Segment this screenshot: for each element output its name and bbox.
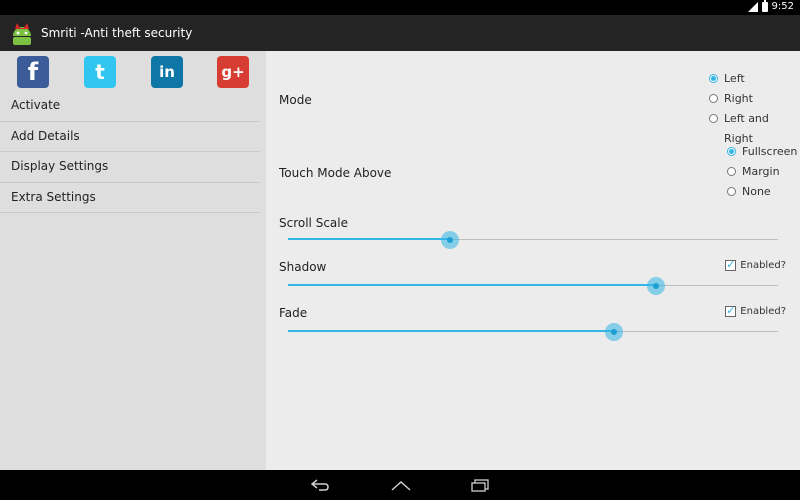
mode-option-left-and-right[interactable]: Left and Right — [709, 109, 800, 145]
facebook-button[interactable]: f — [17, 56, 49, 88]
android-icon — [9, 21, 35, 47]
scroll-scale-slider[interactable] — [288, 230, 778, 250]
radio-icon — [709, 74, 718, 83]
mode-option-label: Left — [724, 72, 745, 85]
home-icon[interactable] — [390, 478, 411, 492]
touch-mode-radio-group: Fullscreen Margin None — [727, 142, 797, 202]
settings-menu: Activate Add Details Display Settings Ex… — [0, 91, 260, 213]
shadow-label: Shadow — [279, 260, 327, 274]
menu-item-activate[interactable]: Activate — [0, 91, 260, 122]
radio-icon — [709, 114, 718, 123]
fade-enabled-label: Enabled? — [740, 306, 786, 317]
mode-option-right[interactable]: Right — [709, 89, 800, 109]
linkedin-icon: in — [159, 63, 175, 81]
mode-option-left[interactable]: Left — [709, 69, 800, 89]
radio-icon — [727, 167, 736, 176]
radio-icon — [727, 187, 736, 196]
status-bar: 9:52 — [0, 0, 800, 15]
settings-panel: Mode Left Right Left and Right Touch Mod… — [266, 51, 800, 470]
battery-icon — [761, 0, 768, 12]
checkbox-icon — [725, 304, 737, 317]
touch-option-label: Fullscreen — [742, 145, 798, 158]
left-panel: f t in g+ Activate Add Details Display S… — [0, 51, 266, 470]
mode-option-label: Left and Right — [724, 112, 769, 145]
menu-item-add-details[interactable]: Add Details — [0, 122, 260, 152]
shadow-enabled-checkbox[interactable]: Enabled? — [725, 258, 786, 271]
fade-label: Fade — [279, 306, 308, 320]
slider-fill — [288, 238, 450, 240]
touch-option-label: None — [742, 185, 771, 198]
shadow-slider[interactable] — [288, 276, 778, 296]
shadow-enabled-label: Enabled? — [740, 260, 786, 271]
fade-slider[interactable] — [288, 322, 778, 342]
back-icon[interactable] — [310, 478, 330, 492]
app-title: Smriti -Anti theft security — [41, 26, 193, 40]
scroll-scale-label: Scroll Scale — [279, 216, 348, 230]
twitter-button[interactable]: t — [84, 56, 116, 88]
facebook-icon: f — [27, 58, 39, 86]
touch-option-none[interactable]: None — [727, 182, 797, 202]
checkbox-icon — [725, 258, 737, 271]
linkedin-button[interactable]: in — [151, 56, 183, 88]
radio-icon — [727, 147, 736, 156]
navigation-bar — [0, 470, 800, 500]
slider-fill — [288, 330, 614, 332]
google-plus-icon: g+ — [221, 63, 245, 81]
mode-radio-group: Left Right Left and Right — [709, 69, 800, 145]
status-time: 9:52 — [771, 1, 794, 12]
mode-option-label: Right — [724, 92, 753, 105]
slider-thumb[interactable] — [604, 323, 623, 341]
touch-option-margin[interactable]: Margin — [727, 162, 797, 182]
slider-thumb[interactable] — [440, 231, 459, 249]
slider-thumb[interactable] — [646, 277, 665, 295]
slider-fill — [288, 284, 656, 286]
mode-label: Mode — [279, 93, 312, 107]
twitter-icon: t — [95, 60, 105, 84]
fade-enabled-checkbox[interactable]: Enabled? — [725, 304, 786, 317]
menu-item-display-settings[interactable]: Display Settings — [0, 152, 260, 183]
menu-item-extra-settings[interactable]: Extra Settings — [0, 183, 260, 213]
touch-option-label: Margin — [742, 165, 780, 178]
recent-apps-icon[interactable] — [470, 478, 490, 492]
touch-mode-label: Touch Mode Above — [279, 166, 392, 180]
radio-icon — [709, 94, 718, 103]
touch-option-fullscreen[interactable]: Fullscreen — [727, 142, 797, 162]
google-plus-button[interactable]: g+ — [217, 56, 249, 88]
action-bar: Smriti -Anti theft security — [0, 15, 800, 51]
signal-icon — [747, 1, 758, 12]
